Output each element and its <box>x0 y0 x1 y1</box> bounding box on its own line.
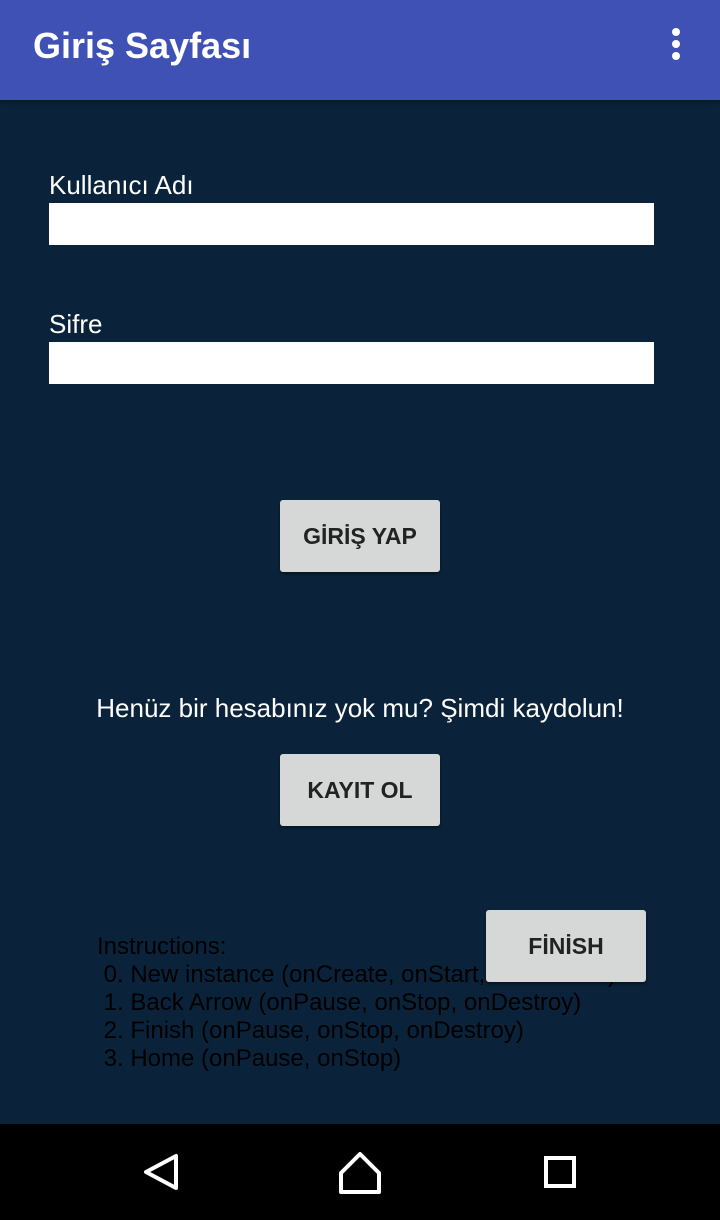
app-bar: Giriş Sayfası <box>0 0 720 100</box>
password-label: Sifre <box>49 309 103 339</box>
instruction-item: 1. Back Arrow (onPause, onStop, onDestro… <box>97 989 582 1016</box>
instruction-item: 2. Finish (onPause, onStop, onDestroy) <box>97 1017 524 1044</box>
register-prompt: Henüz bir hesabınız yok mu? Şimdi kaydol… <box>96 693 624 723</box>
navigation-bar <box>0 1124 720 1220</box>
back-triangle-icon[interactable] <box>136 1148 184 1196</box>
login-button[interactable]: GİRİŞ YAP <box>280 500 440 572</box>
overflow-menu-icon[interactable] <box>656 24 696 64</box>
instruction-item: 3. Home (onPause, onStop) <box>97 1045 402 1072</box>
username-label: Kullanıcı Adı <box>49 170 194 200</box>
home-icon[interactable] <box>336 1148 384 1196</box>
menu-dot <box>672 28 680 36</box>
register-button[interactable]: KAYIT OL <box>280 754 440 826</box>
menu-dot <box>672 40 680 48</box>
password-field[interactable] <box>49 342 654 384</box>
page-title: Giriş Sayfası <box>33 25 252 66</box>
menu-dot <box>672 52 680 60</box>
username-field[interactable] <box>49 203 654 245</box>
recents-square-icon[interactable] <box>536 1148 584 1196</box>
finish-button[interactable]: FİNİSH <box>486 910 646 982</box>
